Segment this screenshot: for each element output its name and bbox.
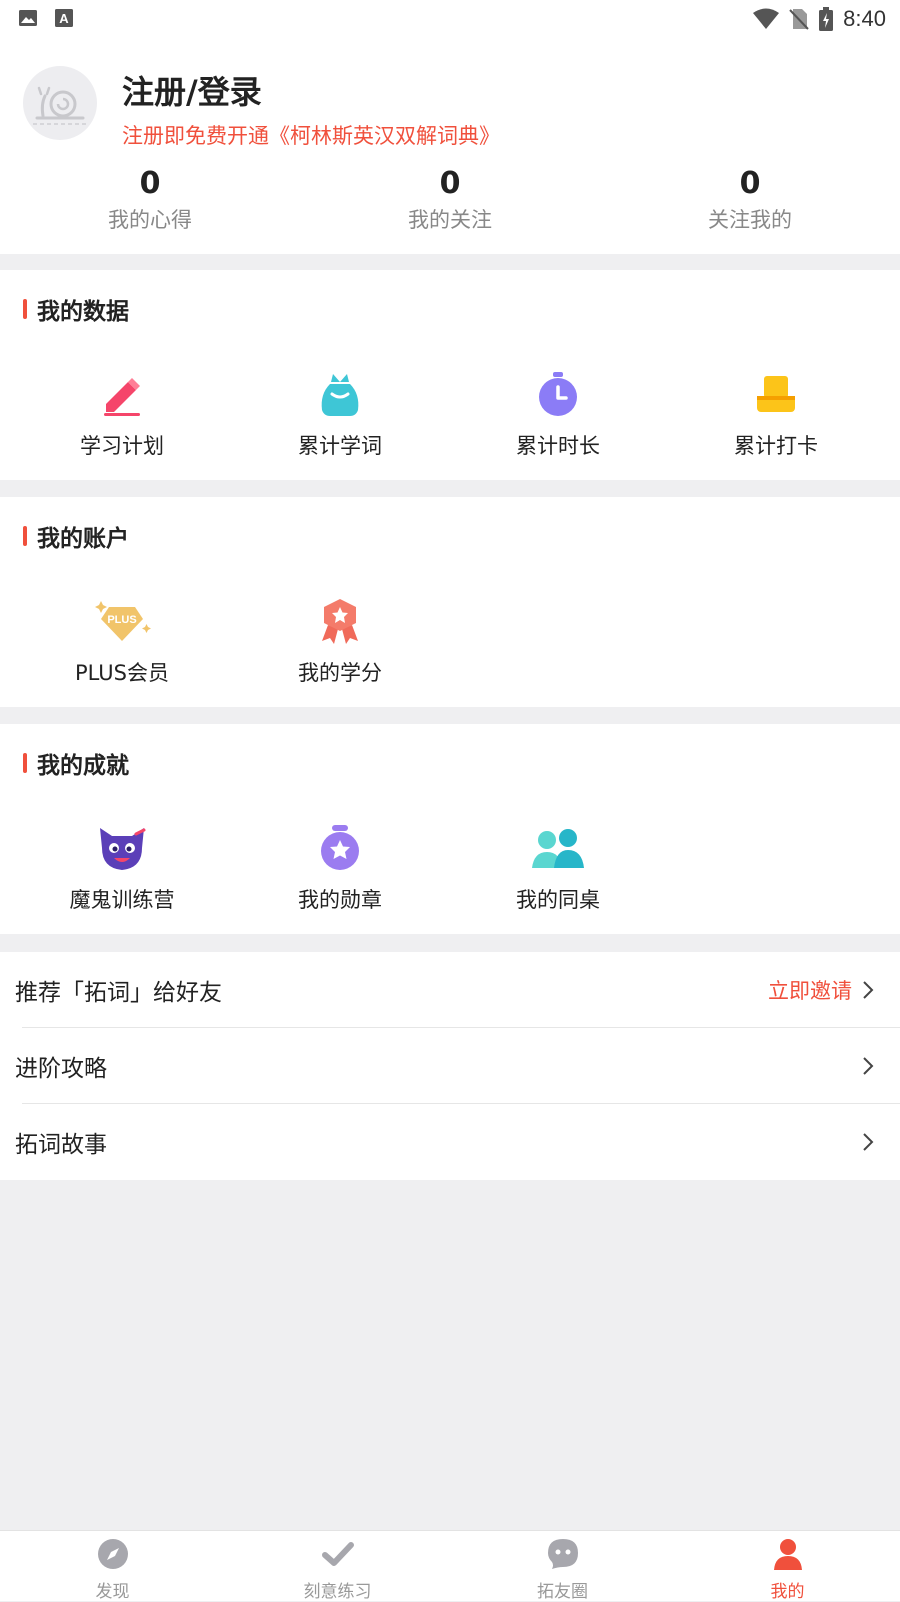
check-icon: [321, 1542, 354, 1566]
section-title-text: 我的数据: [37, 299, 129, 325]
grid-item-plus[interactable]: PLUS PLUS会员: [13, 597, 231, 687]
grid-item-label: 累计打卡: [734, 434, 818, 458]
compass-icon: [97, 1539, 128, 1569]
stopwatch-icon: [539, 372, 577, 416]
accent-bar: [23, 299, 27, 319]
medal-icon: [321, 825, 359, 870]
bottom-tab-bar: 发现 刻意练习 拓友圈 我的: [0, 1530, 900, 1602]
grid-item-duration[interactable]: 累计时长: [449, 370, 667, 460]
section-my-data: 我的数据 学习计划 累计学词 累计时长 累计打卡: [0, 270, 900, 480]
accent-bar: [23, 526, 27, 546]
invite-link[interactable]: 立即邀请: [768, 975, 852, 1005]
grid-item-checkin[interactable]: 累计打卡: [667, 370, 885, 460]
grid-item-label: 魔鬼训练营: [69, 888, 175, 912]
accent-bar: [23, 753, 27, 773]
stat-following[interactable]: 0 我的关注: [300, 166, 600, 234]
grid-item-label: 累计时长: [516, 434, 600, 458]
grid-item-label: PLUS会员: [74, 661, 170, 685]
tab-label: 发现: [95, 1582, 130, 1602]
wifi-icon: [753, 8, 780, 29]
plus-badge-text: PLUS: [107, 614, 136, 626]
grid-item-label: 我的同桌: [516, 888, 600, 912]
plus-diamond-icon: PLUS: [95, 601, 151, 641]
profile-card: 注册/登录 注册即免费开通《柯林斯英汉双解词典》 0 我的心得 0 我的关注 0…: [0, 36, 900, 254]
font-icon: A: [55, 9, 73, 27]
chevron-right-icon: [863, 1133, 874, 1151]
settings-list: 推荐「拓词」给好友 立即邀请 进阶攻略 拓词故事: [0, 952, 900, 1180]
list-item-label: 进阶攻略: [15, 1056, 107, 1082]
grid-item-bootcamp[interactable]: 魔鬼训练营: [13, 824, 231, 914]
section-my-account: 我的账户 PLUS PLUS会员 我的学分: [0, 497, 900, 707]
section-title: 我的账户: [23, 519, 129, 553]
grid-item-label: 我的学分: [298, 661, 382, 685]
list-item-story[interactable]: 拓词故事: [0, 1104, 900, 1180]
grid-item-credits[interactable]: 我的学分: [231, 597, 449, 687]
stat-label: 关注我的: [708, 208, 792, 232]
status-time: 8:40: [843, 6, 886, 31]
login-subtitle[interactable]: 注册即免费开通《柯林斯英汉双解词典》: [122, 120, 500, 150]
battery-icon: [819, 7, 834, 31]
tab-me[interactable]: 我的: [675, 1531, 900, 1602]
stat-value: 0: [139, 166, 161, 201]
stat-value: 0: [739, 166, 761, 201]
pencil-icon: [104, 378, 140, 416]
chat-bubble-icon: [547, 1539, 578, 1569]
user-icon: [773, 1539, 802, 1570]
chevron-right-icon: [863, 1057, 874, 1075]
section-title: 我的成就: [23, 746, 129, 780]
login-title[interactable]: 注册/登录: [122, 67, 262, 113]
grid-item-label: 累计学词: [298, 434, 382, 458]
stat-label: 我的关注: [408, 208, 492, 232]
section-title-text: 我的账户: [37, 526, 129, 552]
stat-label: 我的心得: [108, 208, 192, 232]
stat-value: 0: [439, 166, 461, 201]
list-item-label: 推荐「拓词」给好友: [15, 980, 222, 1006]
tab-label: 我的: [770, 1582, 805, 1602]
grid-item-label: 学习计划: [80, 434, 164, 458]
deskmates-icon: [532, 829, 584, 868]
avatar[interactable]: [23, 66, 97, 140]
grid-item-label: 我的勋章: [298, 888, 382, 912]
devil-cat-icon: [100, 828, 146, 870]
tab-label: 拓友圈: [537, 1582, 588, 1602]
tab-practice[interactable]: 刻意练习: [225, 1531, 450, 1602]
grid-item-study-plan[interactable]: 学习计划: [13, 370, 231, 460]
checkin-icon: [757, 376, 795, 412]
status-bar: A 8:40: [0, 0, 900, 36]
ribbon-badge-icon: [322, 599, 358, 644]
section-title-text: 我的成就: [37, 753, 129, 779]
snail-icon: [33, 86, 87, 125]
stat-notes[interactable]: 0 我的心得: [0, 166, 300, 234]
list-item-label: 拓词故事: [15, 1132, 107, 1158]
list-item-guide[interactable]: 进阶攻略: [0, 1028, 900, 1104]
tab-label: 刻意练习: [303, 1582, 372, 1602]
bag-icon: [321, 374, 359, 416]
section-title: 我的数据: [23, 292, 129, 326]
grid-item-deskmates[interactable]: 我的同桌: [449, 824, 667, 914]
tab-discover[interactable]: 发现: [0, 1531, 225, 1602]
no-sim-icon: [789, 9, 809, 30]
svg-text:A: A: [59, 11, 69, 26]
section-my-achievements: 我的成就 魔鬼训练营 我的勋章 我的同桌: [0, 724, 900, 934]
chevron-right-icon: [863, 981, 874, 999]
tab-community[interactable]: 拓友圈: [450, 1531, 675, 1602]
grid-item-words[interactable]: 累计学词: [231, 370, 449, 460]
list-item-recommend[interactable]: 推荐「拓词」给好友 立即邀请: [0, 952, 900, 1028]
grid-item-medals[interactable]: 我的勋章: [231, 824, 449, 914]
stat-followers[interactable]: 0 关注我的: [600, 166, 900, 234]
image-icon: [19, 10, 37, 26]
